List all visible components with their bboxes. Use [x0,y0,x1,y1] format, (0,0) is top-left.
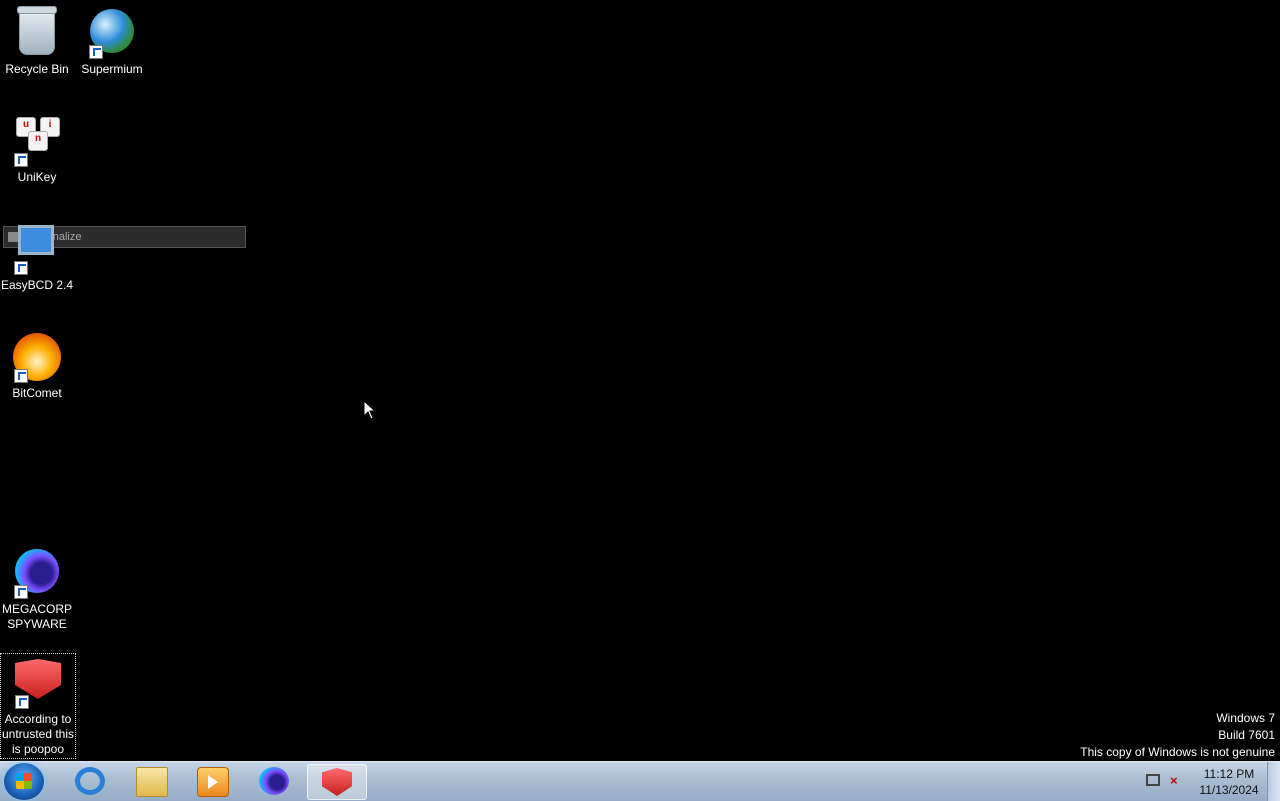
windows-watermark: Windows 7 Build 7601 This copy of Window… [1080,710,1275,761]
red-gem-icon [322,768,352,796]
icon-label: UniKey [17,170,57,184]
windows-logo-icon [16,773,32,789]
icon-label: EasyBCD 2.4 [0,278,74,292]
desktop-icon-easybcd[interactable]: EasyBCD 2.4 [0,220,74,293]
desktop-icon-supermium[interactable]: Supermium [75,4,149,77]
shortcut-arrow-icon [15,695,29,709]
file-explorer-icon [136,767,168,797]
taskbar-file-explorer[interactable] [122,764,180,798]
show-desktop-button[interactable] [1267,762,1280,801]
taskbar-internet-explorer[interactable] [61,764,119,798]
shortcut-arrow-icon [14,585,28,599]
desktop[interactable]: Recycle Bin Supermium u i n UniKey Perso… [0,0,1280,761]
shortcut-arrow-icon [14,153,28,167]
icon-label: BitComet [12,386,62,400]
desktop-icon-recycle-bin[interactable]: Recycle Bin [0,4,74,77]
clock-date: 11/13/2024 [1199,783,1259,797]
taskbar-firefox[interactable] [245,764,303,798]
firefox-icon [259,767,289,795]
key-n: n [28,131,48,151]
taskbar-red-gem-app[interactable] [307,764,367,800]
start-button[interactable] [4,763,44,800]
taskbar: × 11:12 PM 11/13/2024 [0,761,1280,801]
icon-label: Supermium [81,62,143,76]
watermark-genuine-notice: This copy of Windows is not genuine [1080,745,1275,759]
shortcut-arrow-icon [14,261,28,275]
media-player-icon [197,767,229,797]
unikey-icon: u i n [14,117,60,157]
desktop-icon-bitcomet[interactable]: BitComet [0,328,74,401]
taskbar-media-player[interactable] [183,764,241,798]
shortcut-arrow-icon [14,369,28,383]
easybcd-icon [18,225,54,255]
desktop-icon-megacorp-spyware[interactable]: MEGACORP SPYWARE [0,544,74,632]
volume-muted-icon[interactable]: × [1170,774,1184,788]
desktop-icon-poopoo-eater[interactable]: According to untrusted this is poopoo ea… [0,653,76,759]
red-gem-icon [15,659,61,699]
desktop-icon-unikey[interactable]: u i n UniKey [0,112,74,185]
shortcut-arrow-icon [89,45,103,59]
icon-label: MEGACORP SPYWARE [1,602,72,631]
watermark-build: Build 7601 [1218,728,1275,742]
icon-label: According to untrusted this is poopoo ea… [1,712,75,758]
internet-explorer-icon [75,767,105,795]
icon-label: Recycle Bin [5,62,69,76]
recycle-bin-icon [17,6,57,55]
clock[interactable]: 11:12 PM 11/13/2024 [1198,766,1260,798]
clock-time: 11:12 PM [1203,767,1255,781]
system-tray: × 11:12 PM 11/13/2024 [1140,762,1280,801]
network-icon[interactable] [1146,774,1160,786]
watermark-os: Windows 7 [1216,711,1275,725]
